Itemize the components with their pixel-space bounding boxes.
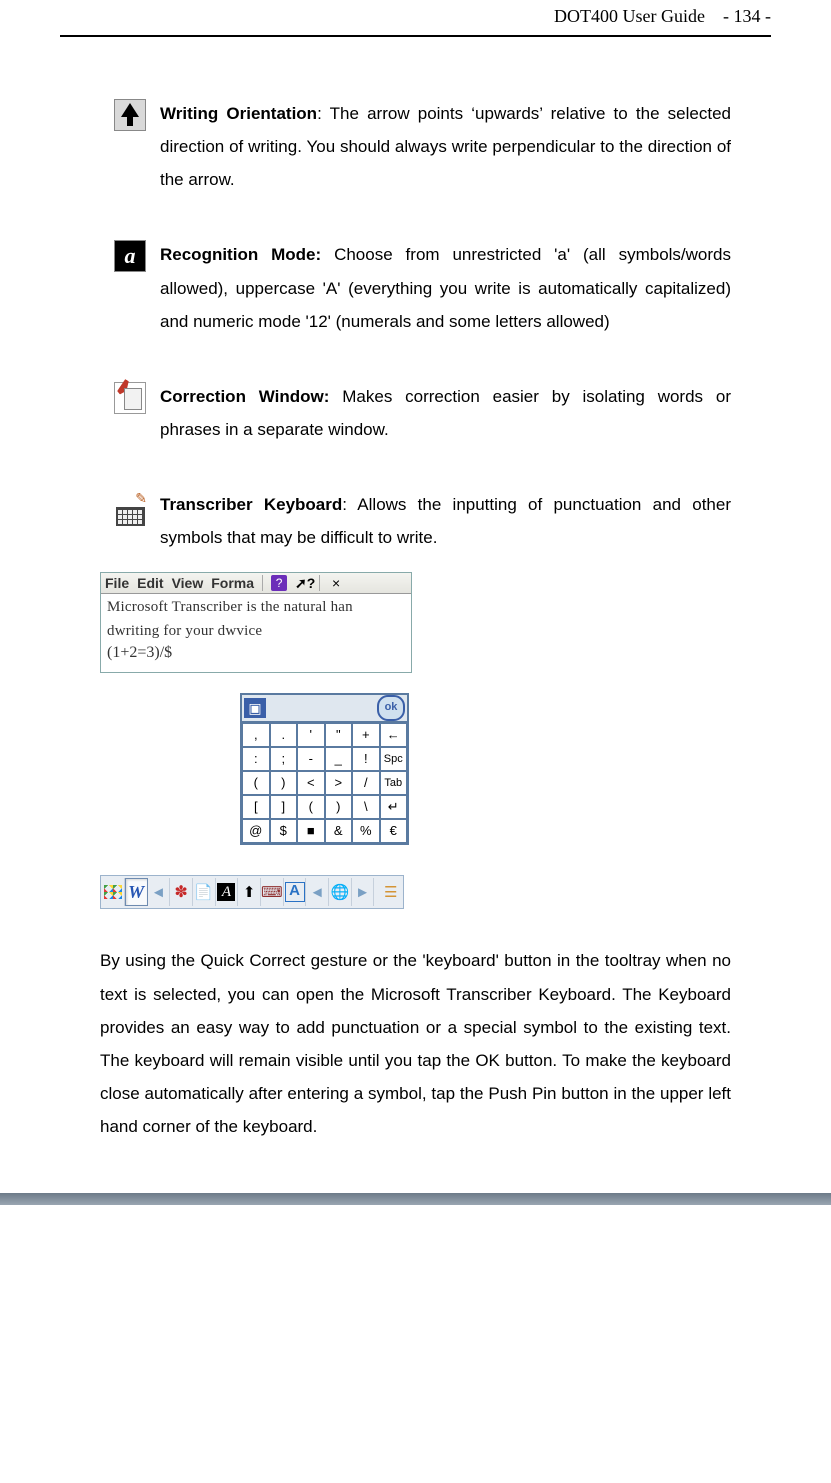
entry-heading: Recognition Mode: — [160, 245, 321, 264]
key[interactable]: + — [352, 723, 380, 747]
help-q-icon[interactable]: ? — [271, 575, 287, 591]
mode-a-button[interactable]: A — [216, 878, 239, 906]
key[interactable]: > — [325, 771, 353, 795]
context-help-icon[interactable]: ➚? — [295, 575, 311, 591]
key[interactable]: , — [242, 723, 270, 747]
ts-text-line1: Microsoft Transcriber is the natural han — [101, 594, 411, 618]
triangle-right-icon: ► — [355, 884, 370, 901]
entry-writing-orientation: Writing Orientation: The arrow points ‘u… — [100, 97, 731, 196]
page-number: - 134 - — [723, 6, 771, 26]
arrow-up-icon: ⬆ — [243, 883, 256, 901]
page-header: DOT400 User Guide - 134 - — [60, 0, 771, 35]
entry-heading: Transcriber Keyboard — [160, 495, 342, 514]
next-button[interactable]: ► — [352, 878, 375, 906]
close-icon[interactable]: × — [328, 575, 344, 591]
keyboard-button[interactable]: ⌨ — [261, 878, 284, 906]
key[interactable]: : — [242, 747, 270, 771]
key[interactable]: @ — [242, 819, 270, 843]
entry-transcriber-keyboard: ✎ Transcriber Keyboard: Allows the input… — [100, 488, 731, 554]
tri-left-small[interactable]: ◄ — [148, 878, 171, 906]
key[interactable]: ( — [297, 795, 325, 819]
menu-edit[interactable]: Edit — [137, 575, 163, 591]
key[interactable]: / — [352, 771, 380, 795]
entry-correction-window: Correction Window: Makes correction easi… — [100, 380, 731, 446]
key[interactable]: ( — [242, 771, 270, 795]
key-space[interactable]: Spc — [380, 747, 408, 771]
entry-heading: Writing Orientation — [160, 104, 317, 123]
stack-button[interactable]: ☰ — [379, 878, 402, 906]
key[interactable]: - — [297, 747, 325, 771]
key[interactable]: ; — [270, 747, 298, 771]
menu-file[interactable]: File — [105, 575, 129, 591]
letter-a-icon: a — [114, 240, 146, 272]
entry-recognition-mode: a Recognition Mode: Choose from unrestri… — [100, 238, 731, 337]
globe-button[interactable]: 🌐 — [329, 878, 352, 906]
start-flag-icon — [104, 885, 122, 899]
key-enter[interactable]: ↵ — [380, 795, 408, 819]
key[interactable]: ■ — [297, 819, 325, 843]
note-icon: 📄 — [194, 883, 213, 901]
a-box-icon: A — [285, 882, 305, 902]
keyboard-small-icon: ⌨ — [261, 883, 283, 901]
key[interactable]: [ — [242, 795, 270, 819]
entry-heading: Correction Window: — [160, 387, 329, 406]
key[interactable]: ' — [297, 723, 325, 747]
key[interactable]: ) — [325, 795, 353, 819]
a-box-button[interactable]: A — [284, 878, 307, 906]
key[interactable]: & — [325, 819, 353, 843]
key[interactable]: % — [352, 819, 380, 843]
orientation-button[interactable]: ⬆ — [238, 878, 261, 906]
key[interactable]: ) — [270, 771, 298, 795]
header-rule — [60, 35, 771, 37]
keyboard-icon: ✎ — [113, 490, 147, 529]
key[interactable]: € — [380, 819, 408, 843]
key[interactable]: $ — [270, 819, 298, 843]
push-pin-button[interactable]: ▣ — [244, 698, 266, 718]
correction-window-icon — [114, 382, 146, 414]
gear-icon: ✽ — [174, 882, 187, 902]
stack-icon: ☰ — [384, 883, 397, 901]
keyboard-grid: , . ' " + ← : ; - _ ! Spc ( ) < > / Tab … — [242, 723, 407, 843]
key[interactable]: ! — [352, 747, 380, 771]
prev-button[interactable]: ◄ — [306, 878, 329, 906]
ts-text-line2: dwriting for your dwvice — [101, 618, 411, 642]
settings-button[interactable]: ✽ — [170, 878, 193, 906]
key[interactable]: ] — [270, 795, 298, 819]
ts-menubar: File Edit View Forma ? ➚? × — [101, 573, 411, 594]
note-button[interactable]: 📄 — [193, 878, 216, 906]
tri-left-icon: ◄ — [151, 884, 166, 901]
w-icon: W — [128, 882, 144, 903]
transcriber-screenshot: File Edit View Forma ? ➚? × Microsoft Tr… — [100, 572, 412, 673]
key[interactable]: . — [270, 723, 298, 747]
key-backspace[interactable]: ← — [380, 723, 408, 747]
start-button[interactable] — [102, 878, 125, 906]
globe-icon: 🌐 — [331, 883, 350, 901]
key[interactable]: _ — [325, 747, 353, 771]
a-black-icon: A — [217, 883, 235, 901]
arrow-up-icon — [114, 99, 146, 131]
w-button[interactable]: W — [125, 878, 148, 906]
tooltray: W ◄ ✽ 📄 A ⬆ ⌨ A ◄ 🌐 ► ☰ — [100, 875, 404, 909]
transcriber-keyboard-panel: ▣ ok , . ' " + ← : ; - _ ! Spc ( ) < > / — [240, 693, 409, 845]
doc-title: DOT400 User Guide — [554, 6, 705, 26]
ok-button[interactable]: ok — [377, 695, 405, 721]
key[interactable]: \ — [352, 795, 380, 819]
menu-format[interactable]: Forma — [211, 575, 254, 591]
triangle-left-icon: ◄ — [310, 884, 325, 901]
footer-bar — [0, 1193, 831, 1205]
menu-view[interactable]: View — [172, 575, 204, 591]
key-tab[interactable]: Tab — [380, 771, 408, 795]
body-paragraph: By using the Quick Correct gesture or th… — [100, 944, 731, 1143]
key[interactable]: " — [325, 723, 353, 747]
ts-text-math: (1+2=3)/$ — [101, 642, 411, 672]
key[interactable]: < — [297, 771, 325, 795]
